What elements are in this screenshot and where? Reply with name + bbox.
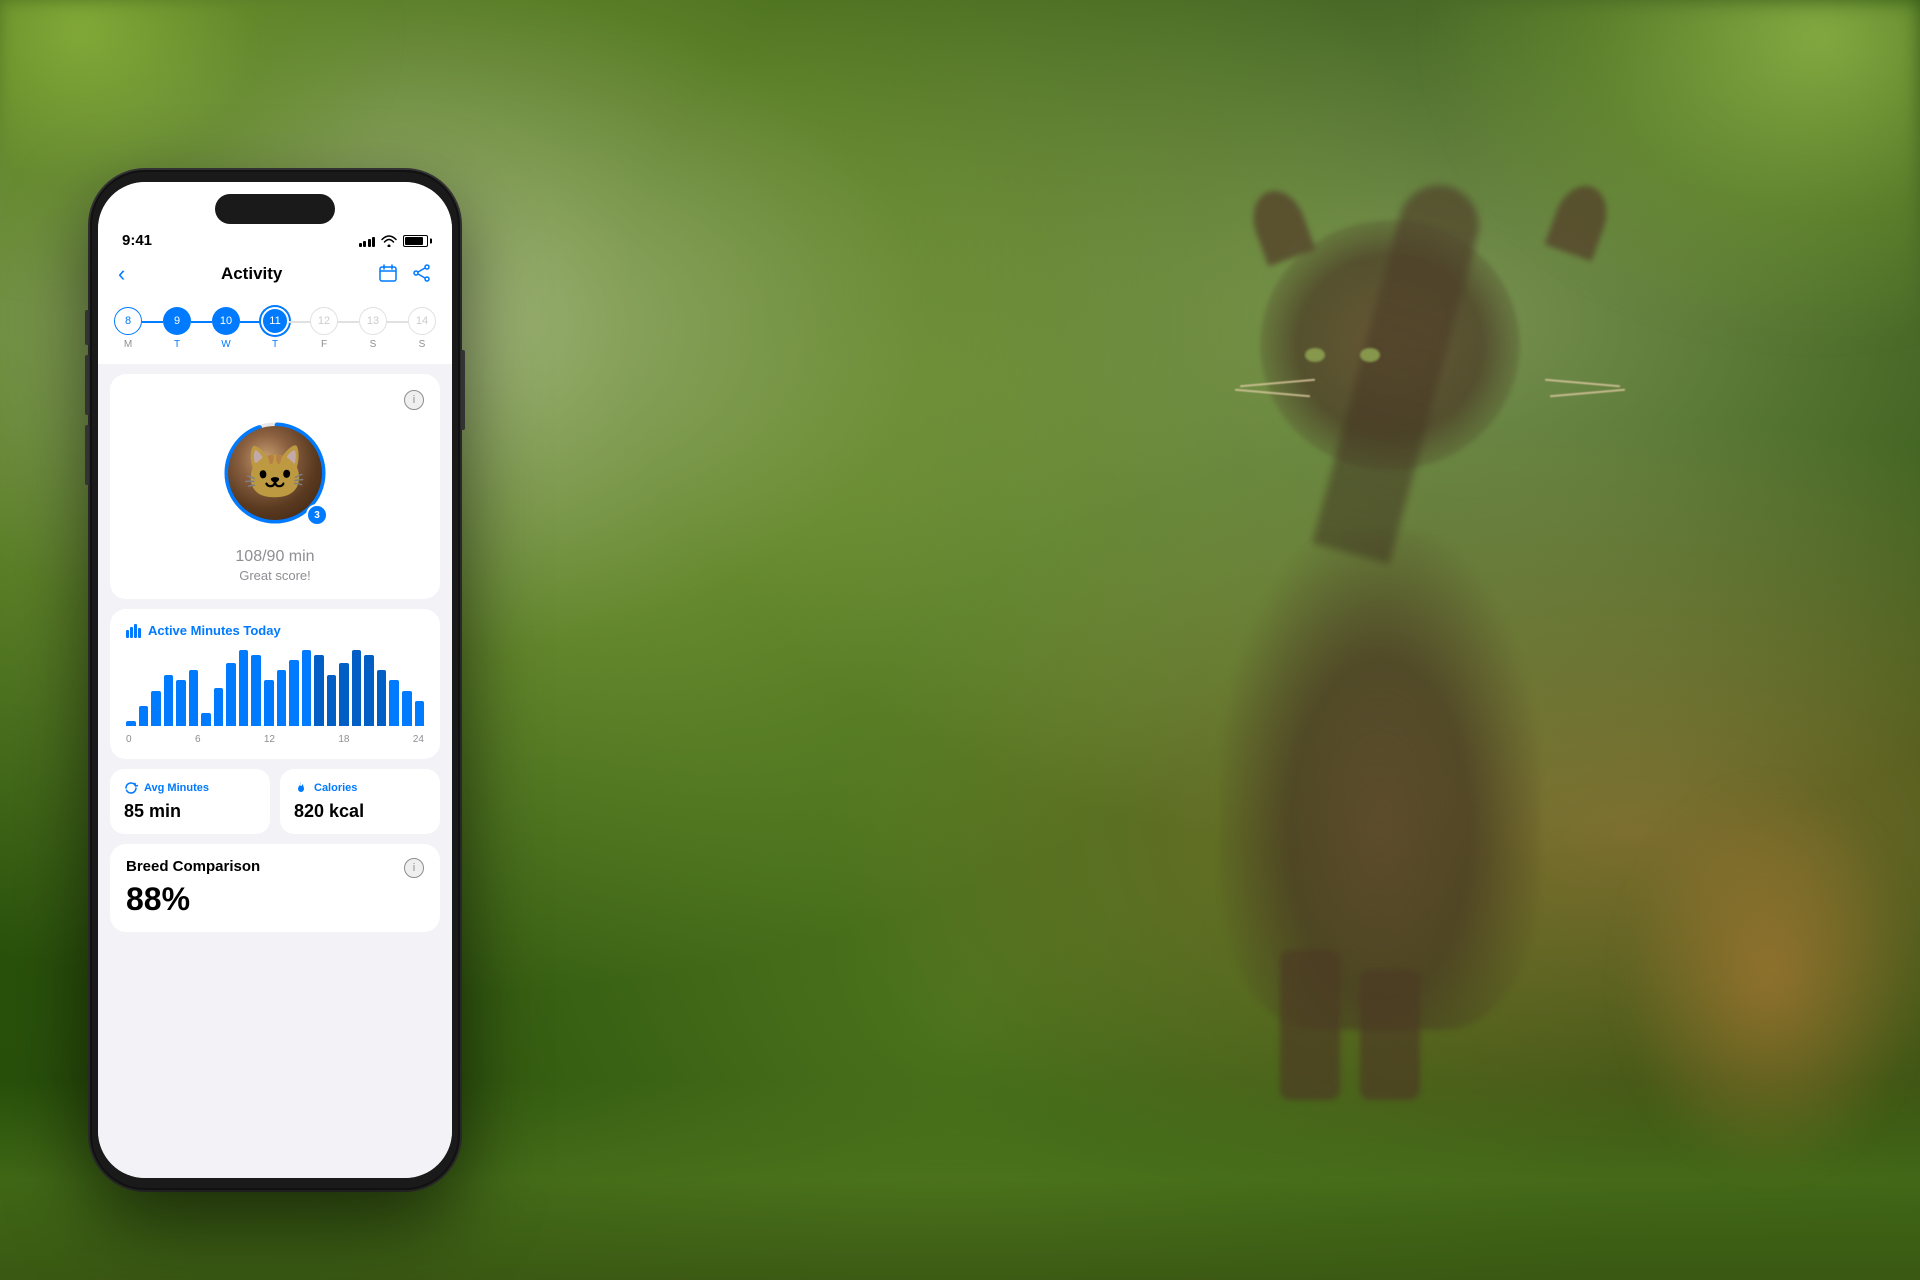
chart-bar <box>201 713 211 726</box>
chart-bar <box>264 680 274 726</box>
chart-bar <box>251 655 261 726</box>
warm-blur-right <box>1620 780 1920 1180</box>
chart-bar <box>126 721 136 726</box>
day-item-sun[interactable]: 14 S <box>408 307 436 350</box>
chart-bar <box>277 670 287 726</box>
avg-minutes-label: Avg Minutes <box>144 782 209 794</box>
status-icons <box>359 235 429 247</box>
score-info-button[interactable]: i <box>404 390 424 410</box>
score-label: Great score! <box>239 568 311 583</box>
chart-bar <box>139 706 149 726</box>
chart-bar <box>415 701 425 726</box>
calories-card: Calories 820 kcal <box>280 769 440 834</box>
avg-minutes-card: Avg Minutes 85 min <box>110 769 270 834</box>
avg-minutes-value: 85 min <box>124 801 181 821</box>
breed-percentage: 88% <box>126 881 190 917</box>
chart-title: Active Minutes Today <box>126 623 424 638</box>
chart-bar <box>289 660 299 726</box>
chart-bar <box>402 691 412 726</box>
chart-bar <box>214 688 224 726</box>
chart-bar <box>389 680 399 726</box>
calendar-icon <box>378 263 398 283</box>
refresh-icon <box>124 781 138 795</box>
chart-labels: 0 6 12 18 24 <box>126 730 424 745</box>
stats-row: Avg Minutes 85 min Calories 820 <box>110 769 440 834</box>
day-item-mon[interactable]: 8 M <box>114 307 142 350</box>
wifi-icon <box>381 235 397 247</box>
app-header: ‹ Activity <box>98 253 452 297</box>
day-selector: 8 M 9 T 10 W <box>98 297 452 364</box>
chart-bar <box>377 670 387 726</box>
status-time: 9:41 <box>122 232 152 249</box>
page-title: Activity <box>221 264 282 284</box>
chart-bar <box>151 691 161 726</box>
back-button[interactable]: ‹ <box>118 261 125 287</box>
avatar <box>228 426 322 520</box>
signal-indicator <box>359 235 376 247</box>
chart-card: Active Minutes Today 0 6 12 18 24 <box>110 609 440 759</box>
chart-bar <box>176 680 186 726</box>
breed-info-button[interactable]: i <box>404 858 424 878</box>
day-item-sat[interactable]: 13 S <box>359 307 387 350</box>
app-content: i 3 <box>98 364 452 1178</box>
share-icon <box>412 263 432 283</box>
flame-icon <box>294 781 308 795</box>
level-badge: 3 <box>306 504 328 526</box>
chart-bar <box>239 650 249 726</box>
score-card: i 3 <box>110 374 440 599</box>
header-actions <box>378 263 432 286</box>
breed-comparison-card: Breed Comparison i 88% <box>110 844 440 932</box>
calories-label: Calories <box>314 782 357 794</box>
score-value: 108/90 min <box>235 540 314 567</box>
chart-bar <box>352 650 362 726</box>
chart-bar <box>314 655 324 726</box>
chart-bar <box>339 663 349 726</box>
phone-screen: 9:41 <box>98 182 452 1178</box>
day-item-thu[interactable]: 11 T <box>261 307 289 350</box>
chart-bar <box>164 675 174 726</box>
battery-icon <box>403 235 428 247</box>
calendar-button[interactable] <box>378 263 398 286</box>
avatar-ring: 3 <box>220 418 330 528</box>
day-item-wed[interactable]: 10 W <box>212 307 240 350</box>
score-display: 108/90 min <box>235 540 314 568</box>
day-item-tue[interactable]: 9 T <box>163 307 191 350</box>
breed-title: Breed Comparison <box>126 858 260 875</box>
phone-frame: 9:41 <box>90 170 460 1190</box>
chart-area <box>126 650 424 730</box>
phone-wrapper: 9:41 <box>90 170 460 1190</box>
chart-bar <box>302 650 312 726</box>
calories-value: 820 kcal <box>294 801 364 821</box>
day-item-fri[interactable]: 12 F <box>310 307 338 350</box>
chart-icon <box>126 624 142 638</box>
chart-bar <box>226 663 236 726</box>
share-button[interactable] <box>412 263 432 286</box>
score-target: /90 min <box>262 548 314 565</box>
chart-bar <box>327 675 337 726</box>
chart-bar <box>189 670 199 726</box>
chart-bar <box>364 655 374 726</box>
